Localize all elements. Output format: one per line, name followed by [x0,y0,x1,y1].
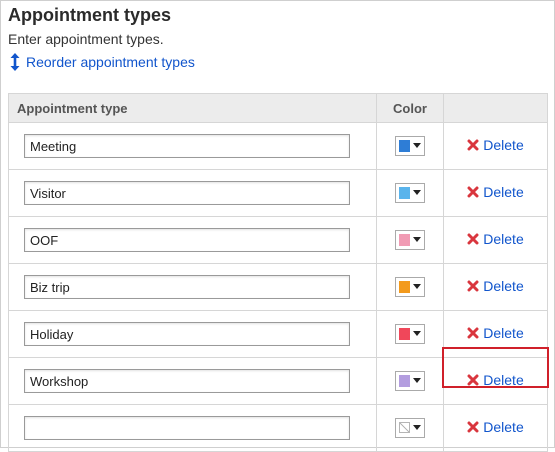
delete-label: Delete [483,418,524,435]
type-cell [8,310,377,358]
table-row: Delete [8,404,548,452]
delete-label: Delete [483,371,524,388]
delete-cell: Delete [443,216,548,264]
delete-link[interactable]: Delete [467,371,524,388]
delete-link[interactable]: Delete [467,277,524,294]
column-header-type: Appointment type [8,93,377,123]
page-title: Appointment types [8,5,172,25]
color-cell [376,169,444,217]
column-header-actions [443,93,548,123]
delete-x-icon [467,186,479,197]
delete-link[interactable]: Delete [467,324,524,341]
color-picker-dropdown[interactable] [395,182,425,203]
table-row: Delete [8,216,548,264]
delete-x-icon [467,139,479,150]
appointment-type-input[interactable] [24,275,350,299]
delete-label: Delete [483,230,524,247]
table-row: Delete [8,122,548,170]
delete-link[interactable]: Delete [467,418,524,435]
delete-label: Delete [483,183,524,200]
color-swatch [399,186,410,199]
table-row: Delete [8,263,548,311]
color-swatch [399,233,410,246]
color-cell [376,404,444,452]
table-row: Delete [8,169,548,217]
table-header-row: Appointment type Color [8,93,548,123]
delete-link[interactable]: Delete [467,136,524,153]
appointment-type-input[interactable] [24,369,350,393]
appointment-type-input[interactable] [24,228,350,252]
color-swatch [399,139,410,152]
up-down-arrow-icon [10,53,20,71]
appointment-type-input[interactable] [24,322,350,346]
reorder-label: Reorder appointment types [26,54,195,70]
delete-x-icon [467,327,479,338]
delete-cell: Delete [443,310,548,358]
color-picker-dropdown[interactable] [395,135,425,156]
appointment-types-panel: Appointment types Enter appointment type… [0,0,555,452]
page-description: Enter appointment types. [8,31,164,47]
table-row: Delete [8,357,548,405]
type-cell [8,357,377,405]
delete-cell: Delete [443,122,548,170]
caret-down-icon [413,190,421,195]
caret-down-icon [413,378,421,383]
delete-link[interactable]: Delete [467,183,524,200]
color-cell [376,310,444,358]
caret-down-icon [413,237,421,242]
delete-x-icon [467,374,479,385]
table-row: Delete [8,310,548,358]
delete-x-icon [467,280,479,291]
type-cell [8,122,377,170]
caret-down-icon [413,143,421,148]
column-header-color: Color [376,93,444,123]
caret-down-icon [413,284,421,289]
reorder-appointment-types-link[interactable]: Reorder appointment types [10,53,195,71]
color-picker-dropdown[interactable] [395,229,425,250]
color-cell [376,263,444,311]
appointment-type-input[interactable] [24,416,350,440]
delete-label: Delete [483,277,524,294]
type-cell [8,263,377,311]
appointment-types-table: Appointment type Color Delete Delete Delet… [8,93,548,452]
type-cell [8,404,377,452]
delete-cell: Delete [443,263,548,311]
color-picker-dropdown[interactable] [395,276,425,297]
delete-label: Delete [483,324,524,341]
delete-cell: Delete [443,404,548,452]
delete-cell: Delete [443,357,548,405]
type-cell [8,216,377,264]
color-swatch [399,280,410,293]
color-swatch [399,374,410,387]
appointment-type-input[interactable] [24,134,350,158]
no-color-swatch [399,422,410,434]
caret-down-icon [413,331,421,336]
delete-x-icon [467,233,479,244]
delete-x-icon [467,421,479,432]
delete-link[interactable]: Delete [467,230,524,247]
color-cell [376,216,444,264]
color-cell [376,122,444,170]
color-picker-dropdown[interactable] [395,370,425,391]
caret-down-icon [413,425,421,431]
type-cell [8,169,377,217]
delete-cell: Delete [443,169,548,217]
color-picker-dropdown[interactable] [395,323,425,344]
delete-label: Delete [483,136,524,153]
color-picker-dropdown[interactable] [395,417,425,438]
color-cell [376,357,444,405]
color-swatch [399,327,410,340]
appointment-type-input[interactable] [24,181,350,205]
